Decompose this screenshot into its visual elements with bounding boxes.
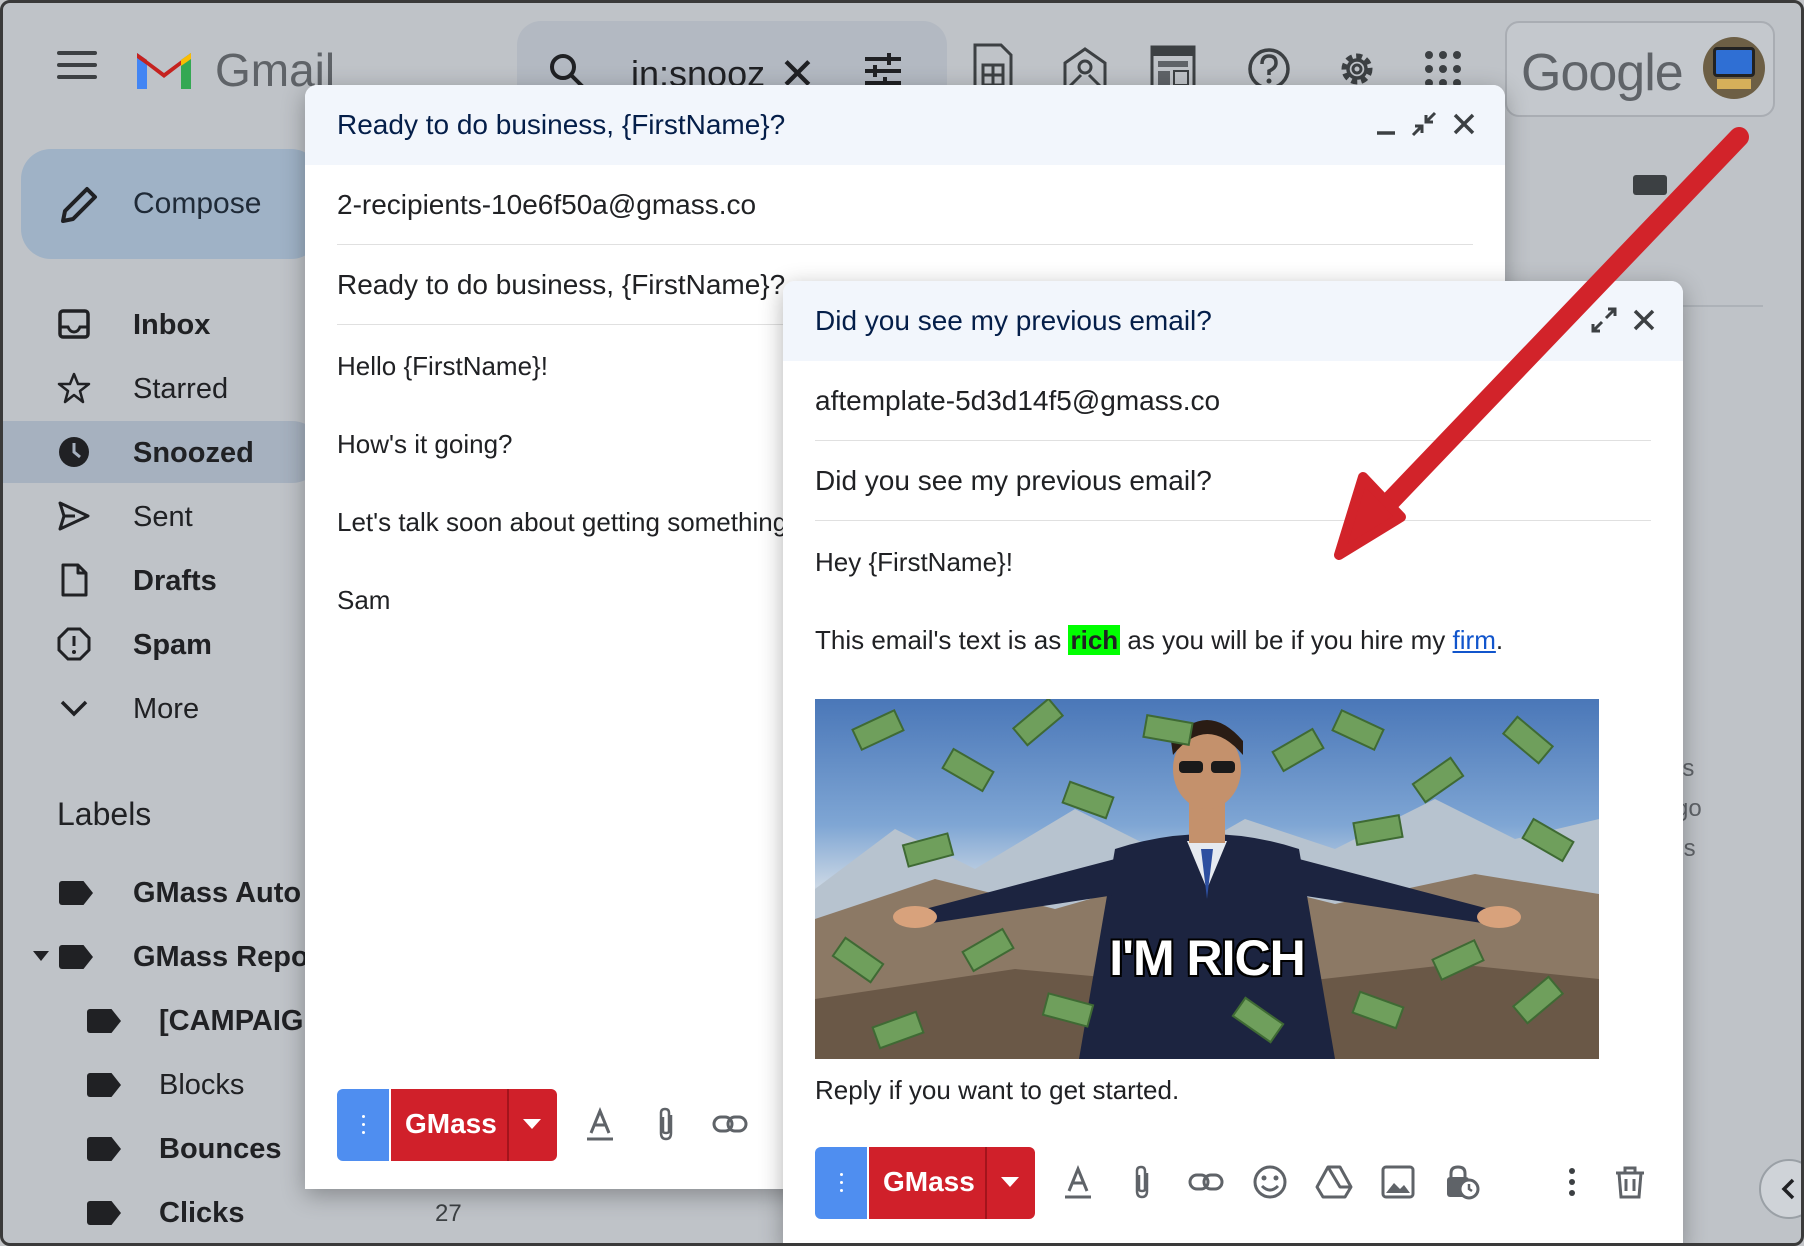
clock-icon: [59, 437, 89, 467]
discard-trash-icon[interactable]: [1611, 1163, 1649, 1201]
nav-item-label: Starred: [133, 373, 229, 405]
nav-item-spam[interactable]: Spam: [3, 613, 323, 675]
emoji-icon[interactable]: [1251, 1163, 1289, 1201]
nav-item-label: Snoozed: [133, 437, 254, 469]
chevron-down-icon: [60, 700, 88, 717]
body-line[interactable]: Hey {FirstName}!: [815, 547, 1013, 578]
label-item[interactable]: GMass Auto: [3, 865, 323, 921]
spam-alert-icon: [57, 627, 91, 661]
more-options-dots-button[interactable]: [815, 1147, 867, 1219]
label-tag-icon: [87, 1137, 121, 1161]
gmass-dropdown-icon[interactable]: [523, 1119, 541, 1129]
side-panel-toggle[interactable]: [1759, 1159, 1801, 1219]
highlighted-text: rich: [1068, 625, 1121, 655]
nav-item-label: Sent: [133, 501, 193, 533]
more-vert-icon[interactable]: [1553, 1163, 1591, 1201]
to-value: aftemplate-5d3d14f5@gmass.co: [815, 385, 1221, 416]
text-format-icon[interactable]: [581, 1105, 619, 1143]
attach-file-icon[interactable]: [647, 1105, 685, 1143]
pencil-icon: [61, 187, 97, 223]
insert-link-icon[interactable]: [711, 1105, 749, 1143]
full-screen-icon[interactable]: [1589, 305, 1619, 335]
star-icon: [57, 372, 91, 404]
gmail-window: Gmail in:snooz ✕ Google Compose Inbox St…: [0, 0, 1804, 1246]
body-line-rich[interactable]: This email's text is as rich as you will…: [815, 625, 1503, 656]
avatar[interactable]: [1703, 37, 1765, 99]
body-line[interactable]: Sam: [337, 585, 390, 616]
nav-item-label: Drafts: [133, 565, 217, 597]
minimize-icon[interactable]: [1371, 109, 1401, 139]
to-field[interactable]: aftemplate-5d3d14f5@gmass.co: [815, 361, 1651, 441]
google-wordmark: Google: [1521, 44, 1684, 102]
body-line[interactable]: Let's talk soon about getting something: [337, 507, 787, 538]
gmass-label: GMass: [883, 1166, 975, 1197]
body-line[interactable]: Reply if you want to get started.: [815, 1075, 1179, 1106]
draft-document-icon: [61, 563, 88, 597]
gmass-send-button[interactable]: GMass: [869, 1147, 1035, 1219]
send-icon: [58, 501, 90, 531]
label-tag-icon: [87, 1073, 121, 1097]
subject-value[interactable]: Ready to do business, {FirstName}?: [337, 269, 785, 301]
nav-item-starred[interactable]: Starred: [3, 357, 323, 419]
compose-header[interactable]: Ready to do business, {FirstName}?: [305, 85, 1505, 165]
close-icon[interactable]: [1449, 109, 1479, 139]
label-count: 27: [435, 1200, 462, 1227]
compose-label: Compose: [133, 187, 262, 220]
label-item[interactable]: Clicks: [3, 1185, 323, 1241]
meme-caption: I'M RICH: [1109, 930, 1306, 986]
close-icon[interactable]: [1629, 305, 1659, 335]
main-menu-icon[interactable]: [57, 51, 97, 85]
nav-item-inbox[interactable]: Inbox: [3, 293, 323, 355]
compose-title: Ready to do business, {FirstName}?: [337, 109, 786, 140]
meme-image[interactable]: I'M RICH: [815, 699, 1599, 1059]
label-tag-icon: [59, 881, 93, 905]
compose-window-2[interactable]: Did you see my previous email? aftemplat…: [783, 281, 1683, 1243]
insert-link-icon[interactable]: [1187, 1163, 1225, 1201]
label-item[interactable]: GMass Repo: [3, 929, 323, 985]
subject-value[interactable]: Did you see my previous email?: [815, 465, 1212, 497]
nav-item-label: Inbox: [133, 309, 211, 341]
meme-illustration: [815, 699, 1599, 1059]
gmass-dropdown-icon[interactable]: [1001, 1177, 1019, 1187]
body-line[interactable]: Hello {FirstName}!: [337, 351, 548, 382]
to-value: 2-recipients-10e6f50a@gmass.co: [337, 189, 757, 220]
subject-field[interactable]: Did you see my previous email?: [815, 441, 1651, 521]
nav-item-snoozed[interactable]: Snoozed: [3, 421, 323, 483]
gmass-label: GMass: [405, 1108, 497, 1139]
body-line[interactable]: How's it going?: [337, 429, 513, 460]
firm-link[interactable]: firm: [1453, 625, 1496, 655]
gmail-logo-icon: [137, 53, 191, 89]
to-field[interactable]: 2-recipients-10e6f50a@gmass.co: [337, 165, 1473, 245]
compose-header[interactable]: Did you see my previous email?: [783, 281, 1683, 361]
label-item[interactable]: Blocks: [3, 1057, 323, 1113]
nav-item-label: More: [133, 693, 200, 725]
attach-file-icon[interactable]: [1123, 1163, 1161, 1201]
exit-full-screen-icon[interactable]: [1409, 109, 1439, 139]
compose-button[interactable]: Compose: [21, 149, 321, 259]
keyboard-icon[interactable]: [1633, 175, 1667, 195]
account-switcher[interactable]: Google: [1505, 21, 1775, 117]
nav-item-label: Spam: [133, 629, 212, 661]
confidential-mode-icon[interactable]: [1443, 1163, 1481, 1201]
more-options-dots-button[interactable]: [337, 1089, 389, 1161]
compose-title: Did you see my previous email?: [815, 305, 1212, 336]
nav-item-more[interactable]: More: [3, 677, 323, 739]
nav-item-sent[interactable]: Sent: [3, 485, 323, 547]
inbox-icon: [58, 309, 90, 339]
gmass-send-button[interactable]: GMass: [391, 1089, 557, 1161]
labels-heading: Labels: [57, 796, 152, 832]
chevron-left-icon: [1781, 1178, 1795, 1200]
label-tag-icon: [59, 945, 93, 969]
label-item[interactable]: Bounces: [3, 1121, 323, 1177]
label-tag-icon: [87, 1009, 121, 1033]
text-format-icon[interactable]: [1059, 1163, 1097, 1201]
nav-item-drafts[interactable]: Drafts: [3, 549, 323, 611]
insert-photo-icon[interactable]: [1379, 1163, 1417, 1201]
google-drive-icon[interactable]: [1315, 1163, 1353, 1201]
label-item[interactable]: [CAMPAIG: [3, 993, 323, 1049]
label-tag-icon: [87, 1201, 121, 1225]
expand-caret-icon[interactable]: [33, 951, 49, 961]
